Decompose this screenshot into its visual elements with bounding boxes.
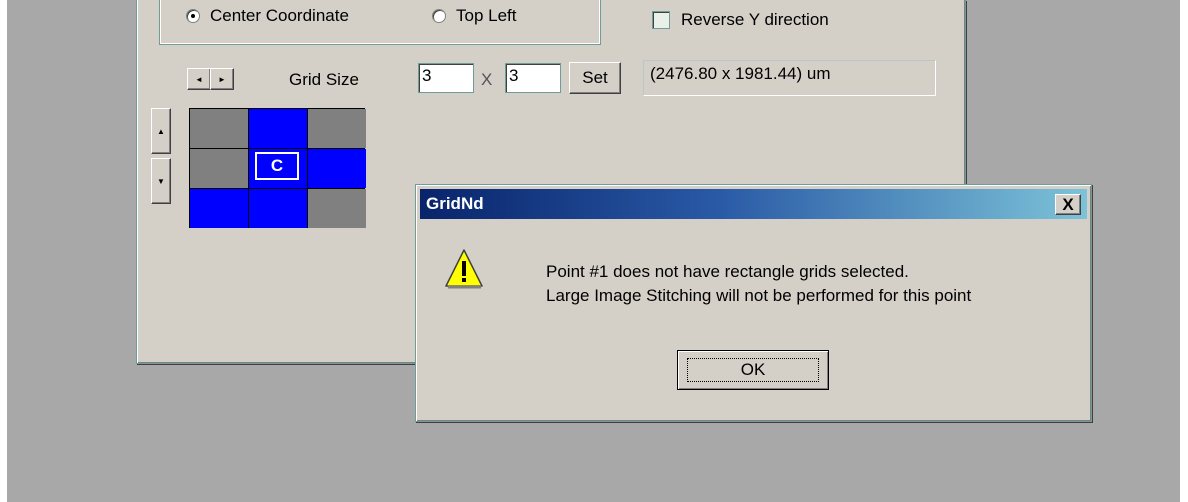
left-arrow-icon: ◄ — [195, 74, 203, 84]
message-line-1: Point #1 does not have rectangle grids s… — [546, 262, 909, 281]
dimensions-text: (2476.80 x 1981.44) um — [650, 64, 831, 83]
reverse-y-checkbox[interactable]: Reverse Y direction — [652, 10, 829, 30]
down-arrow-button[interactable]: ▼ — [151, 158, 171, 204]
grid-cell[interactable] — [308, 149, 366, 188]
grid-cell[interactable] — [190, 109, 248, 148]
grid-cell[interactable] — [190, 149, 248, 188]
grid-cell[interactable]: C — [249, 149, 307, 188]
dialog-titlebar: GridNd X — [420, 189, 1087, 219]
center-cell-label: C — [255, 152, 299, 180]
right-arrow-icon: ► — [218, 74, 226, 84]
grid-rows-input[interactable]: 3 — [505, 63, 561, 93]
grid-cell[interactable] — [308, 189, 366, 228]
dialog-title: GridNd — [426, 194, 484, 213]
radio-indicator — [432, 9, 446, 23]
origin-groupbox: Center Coordinate Top Left — [159, 0, 601, 45]
grid-cell[interactable] — [308, 109, 366, 148]
center-coordinate-radio[interactable]: Center Coordinate — [186, 6, 349, 26]
top-left-radio[interactable]: Top Left — [432, 6, 517, 26]
down-arrow-icon: ▼ — [157, 176, 165, 186]
set-button[interactable]: Set — [569, 62, 621, 94]
close-icon: X — [1062, 194, 1074, 214]
dimensions-readout: (2476.80 x 1981.44) um — [643, 60, 936, 96]
dialog-message: Point #1 does not have rectangle grids s… — [546, 260, 971, 308]
message-line-2: Large Image Stitching will not be perfor… — [546, 286, 972, 305]
reverse-y-label: Reverse Y direction — [681, 10, 829, 29]
close-button[interactable]: X — [1055, 194, 1081, 215]
set-button-label: Set — [582, 68, 608, 87]
gridnd-message-dialog: GridNd X Point #1 does not have rectangl… — [415, 184, 1092, 422]
warning-icon — [444, 247, 484, 296]
grid-size-label: Grid Size — [289, 70, 359, 89]
right-arrow-button[interactable]: ► — [210, 68, 234, 90]
grid-cell[interactable] — [190, 189, 248, 228]
center-coordinate-label: Center Coordinate — [210, 6, 349, 25]
ok-button-label: OK — [740, 360, 766, 379]
up-arrow-icon: ▲ — [157, 126, 165, 136]
grid-cols-input[interactable]: 3 — [418, 63, 474, 93]
grid-cell[interactable] — [249, 189, 307, 228]
top-left-label: Top Left — [456, 6, 517, 25]
checkbox-box — [652, 11, 670, 29]
grid-cell[interactable] — [249, 109, 307, 148]
times-sign: X — [481, 70, 493, 89]
ok-button[interactable]: OK — [677, 350, 829, 390]
left-arrow-button[interactable]: ◄ — [187, 68, 211, 90]
radio-indicator-selected — [186, 9, 200, 23]
up-arrow-button[interactable]: ▲ — [151, 108, 171, 154]
stitching-grid: C — [189, 108, 366, 228]
ok-focus-rect: OK — [687, 358, 819, 382]
